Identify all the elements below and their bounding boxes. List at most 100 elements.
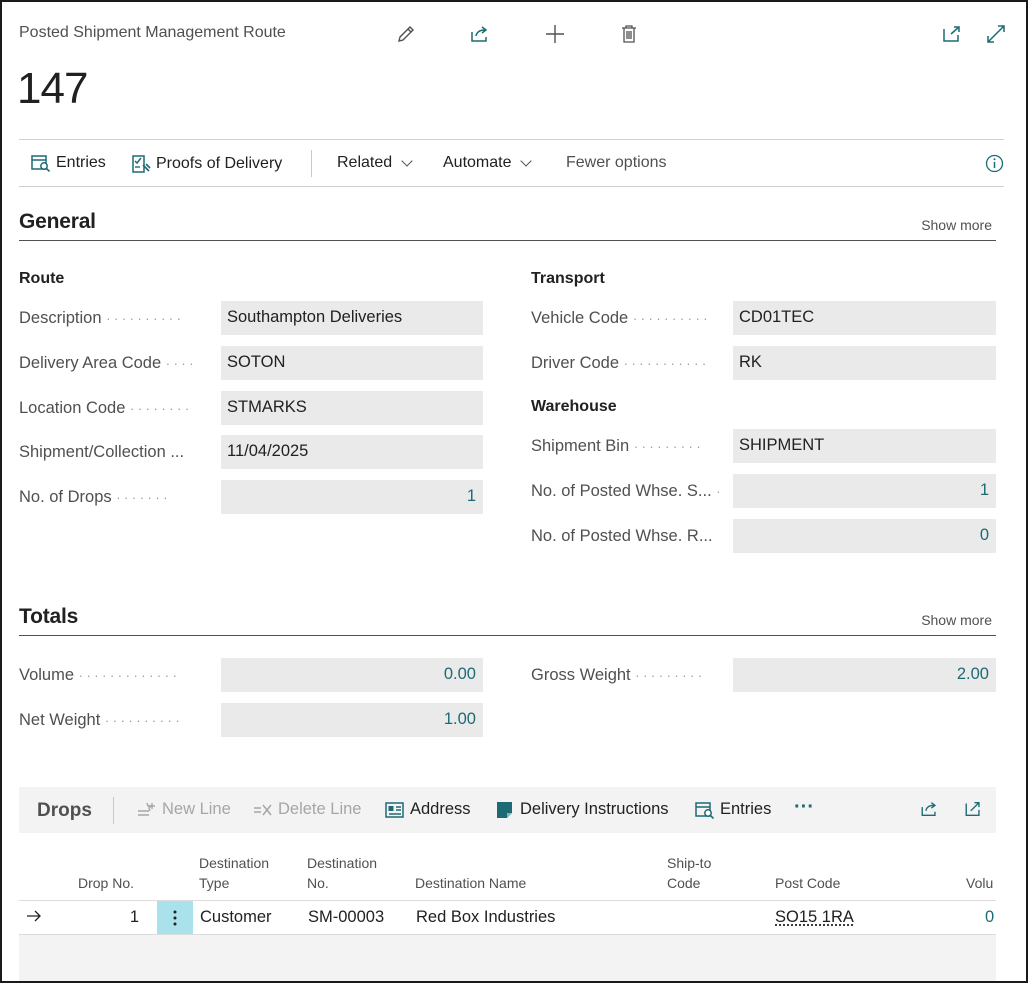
row-menu-button[interactable] [157,901,193,934]
cell-destination-type[interactable]: Customer [200,908,272,927]
page-frame: Posted Shipment Management Route 147 Ent… [0,0,1028,983]
related-menu[interactable]: Related [337,154,413,172]
share-icon[interactable] [468,22,492,46]
driver-code-field[interactable]: RK [733,346,996,380]
delete-icon[interactable] [617,22,641,46]
transport-group-title: Transport [531,270,605,287]
table-row[interactable]: 1 Customer SM-00003 Red Box Industries S… [19,901,996,935]
cell-volume[interactable]: 0 [985,908,994,927]
col-destination-no[interactable]: Destination No. [307,853,377,893]
general-section-title[interactable]: General [19,210,96,234]
cell-destination-name[interactable]: Red Box Industries [416,908,555,927]
open-in-new-window-icon[interactable] [963,799,984,819]
automate-menu[interactable]: Automate [443,154,533,172]
new-line-label: New Line [162,800,231,818]
general-show-more[interactable]: Show more [921,217,992,233]
chevron-down-icon [520,154,533,167]
entries-icon [31,155,51,172]
net-weight-field[interactable]: 1.00 [221,703,483,737]
volume-label: Volume ············· [19,666,181,684]
open-new-window-icon[interactable] [940,22,964,46]
description-field[interactable]: Southampton Deliveries [221,301,483,335]
cell-destination-no[interactable]: SM-00003 [308,908,384,927]
net-weight-label: Net Weight ·········· [19,711,184,729]
address-label: Address [410,800,471,818]
row-selected-arrow-icon [25,905,43,932]
shipment-collection-date-label: Shipment/Collection ... [19,443,185,461]
cell-post-code[interactable]: SO15 1RA [775,908,854,927]
totals-show-more[interactable]: Show more [921,612,992,628]
entries-action[interactable]: Entries [31,154,106,172]
delete-line-label: Delete Line [278,800,362,818]
posted-whse-receipts-field[interactable]: 0 [733,519,996,553]
delivery-area-code-label: Delivery Area Code ···· [19,354,198,372]
totals-section-rule [19,635,996,636]
vehicle-code-label: Vehicle Code ·········· [531,309,712,327]
entries-label: Entries [56,154,106,171]
delivery-instructions-action[interactable]: Delivery Instructions [495,800,669,819]
page-type-caption: Posted Shipment Management Route [19,24,286,41]
more-options-button[interactable]: ··· [794,796,814,819]
related-label: Related [337,154,393,171]
expand-icon[interactable] [984,22,1008,46]
fewer-options-label: Fewer options [566,154,667,171]
drops-title[interactable]: Drops [37,800,92,822]
location-code-field[interactable]: STMARKS [221,391,483,425]
shipment-collection-date-field[interactable]: 11/04/2025 [221,435,483,469]
col-drop-no[interactable]: Drop No. [78,873,134,893]
gross-weight-field[interactable]: 2.00 [733,658,996,692]
drops-part: Drops New Line Delete Line Address Deliv… [19,787,996,981]
col-destination-name[interactable]: Destination Name [415,873,526,893]
action-bar: Entries Proofs of Delivery Related Autom… [19,139,1004,187]
location-code-label: Location Code ········ [19,399,193,417]
gross-weight-label: Gross Weight ········· [531,666,706,684]
proofs-of-delivery-action[interactable]: Proofs of Delivery [131,154,282,174]
totals-section-title[interactable]: Totals [19,605,78,629]
delivery-instructions-label: Delivery Instructions [520,800,669,818]
delete-line-icon [254,804,272,815]
drops-grid-header: Drop No. Destination Type Destination No. … [19,833,996,901]
edit-icon[interactable] [394,22,418,46]
share-icon[interactable] [919,799,940,819]
driver-code-label: Driver Code ··········· [531,354,710,372]
delivery-instructions-icon [497,801,512,818]
grid-empty-area [19,935,996,981]
no-of-drops-field[interactable]: 1 [221,480,483,514]
drops-action-bar: Drops New Line Delete Line Address Deliv… [19,787,996,833]
vertical-ellipsis-icon [173,910,177,925]
new-icon[interactable] [543,22,567,46]
shipment-bin-label: Shipment Bin ········· [531,437,705,455]
address-action[interactable]: Address [385,800,471,819]
posted-whse-shipments-field[interactable]: 1 [733,474,996,508]
route-group-title: Route [19,270,65,287]
delete-line-action[interactable]: Delete Line [253,800,361,819]
no-of-drops-label: No. of Drops ······· [19,488,172,506]
col-volume[interactable]: Volu [966,873,993,893]
col-ship-to-code[interactable]: Ship-to Code [667,853,711,893]
volume-field[interactable]: 0.00 [221,658,483,692]
chevron-down-icon [401,154,413,167]
vehicle-code-field[interactable]: CD01TEC [733,301,996,335]
drops-entries-action[interactable]: Entries [695,800,771,819]
posted-whse-shipments-label: No. of Posted Whse. S... · [531,482,725,500]
info-icon[interactable] [985,154,1004,173]
cell-drop-no[interactable]: 1 [109,908,139,927]
general-section-rule [19,240,996,241]
automate-label: Automate [443,154,512,171]
fewer-options-button[interactable]: Fewer options [566,154,667,172]
new-line-icon [138,802,155,816]
drops-divider [113,797,114,824]
drops-entries-label: Entries [720,800,772,818]
delivery-area-code-field[interactable]: SOTON [221,346,483,380]
shipment-bin-field[interactable]: SHIPMENT [733,429,996,463]
action-divider [311,150,312,177]
col-destination-type[interactable]: Destination Type [199,853,269,893]
col-post-code[interactable]: Post Code [775,873,840,893]
posted-whse-receipts-label: No. of Posted Whse. R... [531,527,713,545]
new-line-action[interactable]: New Line [137,800,231,819]
entries-icon [695,801,715,819]
proofs-of-delivery-label: Proofs of Delivery [156,155,283,172]
address-icon [385,801,404,818]
description-label: Description ·········· [19,309,185,327]
proof-of-delivery-icon [132,155,151,173]
